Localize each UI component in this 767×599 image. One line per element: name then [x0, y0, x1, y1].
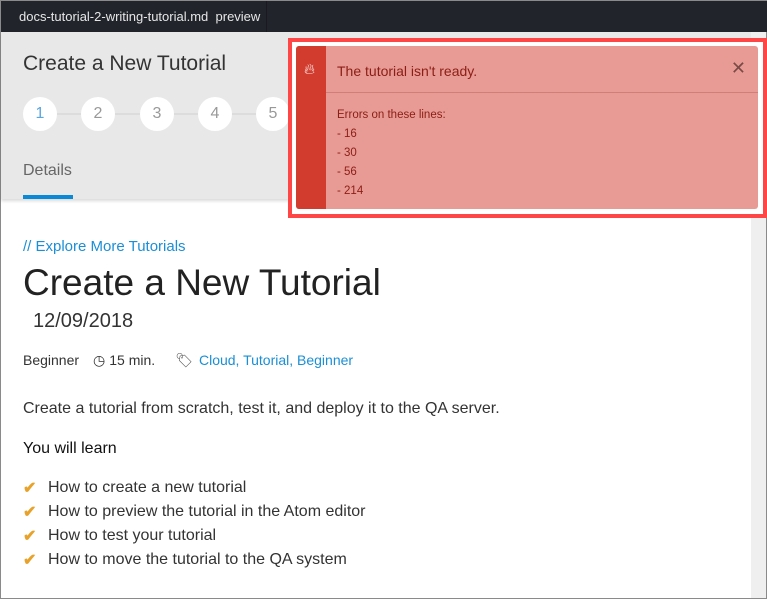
error-notification: 🔥︎ The tutorial isn't ready. ✕ Errors on… — [296, 46, 758, 209]
list-item-text: How to preview the tutorial in the Atom … — [48, 503, 366, 520]
explore-more-link[interactable]: // Explore More Tutorials — [23, 238, 743, 258]
step-3[interactable]: 3 — [140, 97, 174, 131]
duration: 15 min. — [109, 352, 156, 368]
list-item: ✔ How to move the tutorial to the QA syst… — [23, 548, 743, 572]
check-icon: ✔ — [23, 528, 37, 545]
tab-title: docs-tutorial-2-writing-tutorial.md prev… — [19, 9, 261, 24]
step-5[interactable]: 5 — [256, 97, 290, 131]
notification-divider — [326, 92, 758, 93]
step-indicator: 1 2 3 4 5 — [23, 97, 303, 131]
notification-strip: 🔥︎ — [296, 46, 326, 209]
learn-heading: You will learn — [23, 440, 117, 457]
close-icon[interactable]: ✕ — [731, 58, 746, 79]
fire-icon: 🔥︎ — [304, 61, 316, 78]
tab-bar: docs-tutorial-2-writing-tutorial.md prev… — [1, 1, 767, 32]
error-line: - 214 — [337, 185, 364, 197]
learn-list: ✔ How to create a new tutorial ✔ How to pr… — [23, 476, 743, 572]
active-tab-indicator — [23, 195, 73, 199]
level: Beginner — [23, 352, 80, 368]
step-4[interactable]: 4 — [198, 97, 232, 131]
list-item-text: How to test your tutorial — [48, 527, 217, 544]
list-item: ✔ How to create a new tutorial — [23, 476, 743, 500]
check-icon: ✔ — [23, 480, 37, 497]
error-line: - 30 — [337, 147, 357, 159]
error-notification-highlight: 🔥︎ The tutorial isn't ready. ✕ Errors on… — [288, 38, 767, 218]
header-title: Create a New Tutorial — [23, 52, 227, 75]
list-item: ✔ How to preview the tutorial in the Atom… — [23, 500, 743, 524]
tab-preview[interactable]: docs-tutorial-2-writing-tutorial.md prev… — [1, 1, 267, 32]
tutorial-meta: Beginner ◷ 15 min. 🏷︎ Cloud, Tutorial, B… — [23, 350, 743, 370]
error-line: - 16 — [337, 128, 357, 140]
description: Create a tutorial from scratch, test it,… — [23, 400, 500, 417]
clock-icon: ◷ — [93, 351, 106, 368]
check-icon: ✔ — [23, 552, 37, 569]
tutorial-date: 12/09/2018 — [33, 310, 134, 332]
step-2[interactable]: 2 — [81, 97, 115, 131]
error-line: - 56 — [337, 166, 357, 178]
notification-body: Errors on these lines: - 16 - 30 - 56 - … — [337, 106, 446, 201]
tutorial-title: Create a New Tutorial — [23, 262, 381, 303]
notification-title: The tutorial isn't ready. — [337, 63, 478, 79]
list-item-text: How to create a new tutorial — [48, 479, 247, 496]
tags-link[interactable]: Cloud, Tutorial, Beginner — [199, 352, 353, 368]
tab-details[interactable]: Details — [23, 162, 72, 180]
tag-icon: 🏷︎ — [175, 351, 193, 368]
list-item: ✔ How to test your tutorial — [23, 524, 743, 548]
tutorial-content: // Explore More Tutorials Create a New T… — [23, 238, 743, 572]
check-icon: ✔ — [23, 504, 37, 521]
errors-heading: Errors on these lines: — [337, 109, 446, 121]
step-1[interactable]: 1 — [23, 97, 57, 131]
list-item-text: How to move the tutorial to the QA syste… — [48, 551, 347, 568]
